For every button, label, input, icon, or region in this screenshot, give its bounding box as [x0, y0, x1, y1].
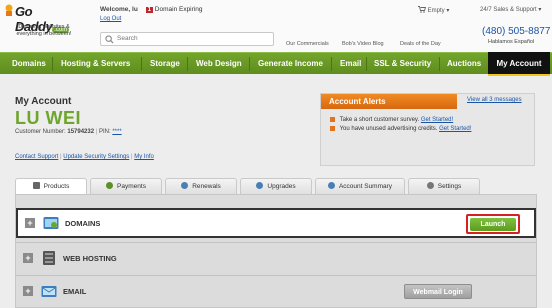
alert-bullet-icon: [330, 126, 335, 131]
cart-icon: [418, 6, 427, 13]
pin-reveal-link[interactable]: ****: [112, 129, 121, 135]
support-label: 24/7 Sales & Support: [480, 7, 537, 13]
pin-label: PIN:: [98, 129, 111, 135]
nav-email[interactable]: Email: [340, 53, 361, 75]
nav-auctions[interactable]: Auctions: [447, 53, 481, 75]
support-phone[interactable]: (480) 505-8877: [482, 26, 550, 37]
tab-products[interactable]: Products: [15, 178, 87, 195]
search-icon: [105, 35, 114, 44]
expiring-count-badge[interactable]: 1: [145, 7, 153, 13]
product-name: WEB HOSTING: [63, 254, 117, 263]
godaddy-logo[interactable]: Go Daddy .com Domains, websites & everyth…: [4, 4, 88, 48]
tab-upgrades[interactable]: Upgrades: [240, 178, 312, 194]
alert-text: Take a short customer survey.: [339, 117, 420, 124]
account-tabs: Products Payments Renewals Upgrades Acco…: [15, 178, 537, 195]
tab-renewals[interactable]: Renewals: [165, 178, 237, 194]
dollar-icon: [106, 182, 114, 189]
products-panel: + DOMAINS Launch + WEB HOSTING + EMAIL W…: [15, 194, 537, 308]
main-nav: Domains Hosting & Servers Storage Web De…: [0, 52, 552, 74]
nav-web-design[interactable]: Web Design: [196, 53, 242, 75]
alert-get-started-link[interactable]: Get Started!: [421, 117, 453, 123]
tab-settings[interactable]: Settings: [408, 178, 480, 194]
launch-highlight: Launch: [466, 214, 520, 234]
chevron-down-icon: ▾: [446, 8, 450, 14]
account-links: Contact Support | Update Security Settin…: [15, 154, 154, 160]
contact-support-link[interactable]: Contact Support: [15, 154, 58, 160]
alert-text: You have unused advertising credits.: [339, 126, 438, 133]
link-deals-of-day[interactable]: Deals of the Day: [400, 41, 441, 47]
alerts-title: Account Alerts: [321, 94, 457, 109]
product-row-email[interactable]: + EMAIL Webmail Login: [16, 276, 536, 306]
email-icon: [41, 286, 57, 297]
view-all-messages-link[interactable]: View all 3 messages: [467, 97, 522, 103]
link-video-blog[interactable]: Bob's Video Blog: [342, 41, 384, 47]
nav-ssl-security[interactable]: SSL & Security: [374, 53, 431, 75]
link-our-commercials[interactable]: Our Commercials: [286, 41, 329, 47]
nav-divider: [331, 57, 332, 71]
nav-divider: [366, 57, 367, 71]
upgrade-icon: [256, 182, 264, 189]
nav-divider: [439, 57, 440, 71]
tab-account-summary[interactable]: Account Summary: [315, 178, 405, 194]
customer-number-label: Customer Number:: [15, 129, 66, 135]
product-name: EMAIL: [63, 287, 87, 296]
expand-icon[interactable]: +: [23, 286, 33, 296]
cart-label: Empty: [427, 8, 445, 14]
tab-payments[interactable]: Payments: [90, 178, 162, 194]
nav-domains[interactable]: Domains: [12, 53, 46, 75]
gear-icon: [426, 182, 434, 189]
my-info-link[interactable]: My Info: [134, 154, 154, 160]
nav-hosting-servers[interactable]: Hosting & Servers: [61, 53, 130, 75]
nav-storage[interactable]: Storage: [150, 53, 180, 75]
product-row-web-hosting[interactable]: + WEB HOSTING: [16, 243, 536, 273]
tab-label: Products: [43, 183, 70, 190]
domains-icon: [43, 217, 59, 229]
alert-item: You have unused advertising credits. Get…: [330, 126, 471, 132]
expiring-label[interactable]: Domain Expiring: [155, 6, 203, 13]
alert-item: Take a short customer survey. Get Starte…: [330, 117, 453, 123]
box-icon: [32, 182, 40, 189]
account-alerts-panel: Account Alerts View all 3 messages Take …: [320, 93, 535, 166]
tab-label: Payments: [117, 183, 146, 190]
renew-icon: [181, 182, 189, 189]
welcome-bar: Welcome, lu 1 Domain Expiring: [100, 6, 202, 13]
product-name: DOMAINS: [65, 219, 101, 228]
product-row-domains[interactable]: + DOMAINS Launch: [16, 208, 536, 238]
search-input[interactable]: [117, 35, 267, 42]
launch-button[interactable]: Launch: [470, 218, 516, 231]
tab-label: Settings: [437, 183, 462, 190]
customer-info: Customer Number: 15794232 | PIN: ****: [15, 129, 122, 135]
support-menu[interactable]: 24/7 Sales & Support ▾: [480, 6, 541, 13]
spanish-support[interactable]: Hablamos Español: [488, 39, 534, 45]
nav-divider: [52, 57, 53, 71]
user-icon: [327, 182, 335, 189]
server-icon: [43, 251, 55, 265]
nav-divider: [141, 57, 142, 71]
logo-mascot-icon: [5, 4, 13, 16]
webmail-login-button[interactable]: Webmail Login: [404, 284, 472, 299]
nav-my-account[interactable]: My Account: [488, 52, 550, 76]
expand-icon[interactable]: +: [25, 218, 35, 228]
nav-generate-income[interactable]: Generate Income: [258, 53, 323, 75]
update-security-link[interactable]: Update Security Settings: [63, 154, 129, 160]
nav-divider: [249, 57, 250, 71]
logout-link[interactable]: Log Out: [100, 16, 121, 22]
customer-number: 15794232: [67, 129, 95, 135]
cart-status[interactable]: Empty ▾: [418, 6, 449, 14]
tab-label: Account Summary: [338, 183, 393, 190]
page-title: My Account: [15, 96, 72, 107]
account-holder-name: LU WEI: [15, 108, 81, 128]
logo-tagline: Domains, websites & everything in betwee…: [16, 24, 72, 37]
chevron-down-icon: ▾: [538, 7, 542, 13]
search-box[interactable]: [100, 32, 274, 46]
welcome-text: Welcome, lu: [100, 6, 138, 13]
alert-bullet-icon: [330, 117, 335, 122]
expand-icon[interactable]: +: [23, 253, 33, 263]
tab-label: Upgrades: [267, 183, 296, 190]
tab-label: Renewals: [192, 183, 221, 190]
alert-get-started-link[interactable]: Get Started!: [439, 126, 471, 132]
nav-divider: [187, 57, 188, 71]
